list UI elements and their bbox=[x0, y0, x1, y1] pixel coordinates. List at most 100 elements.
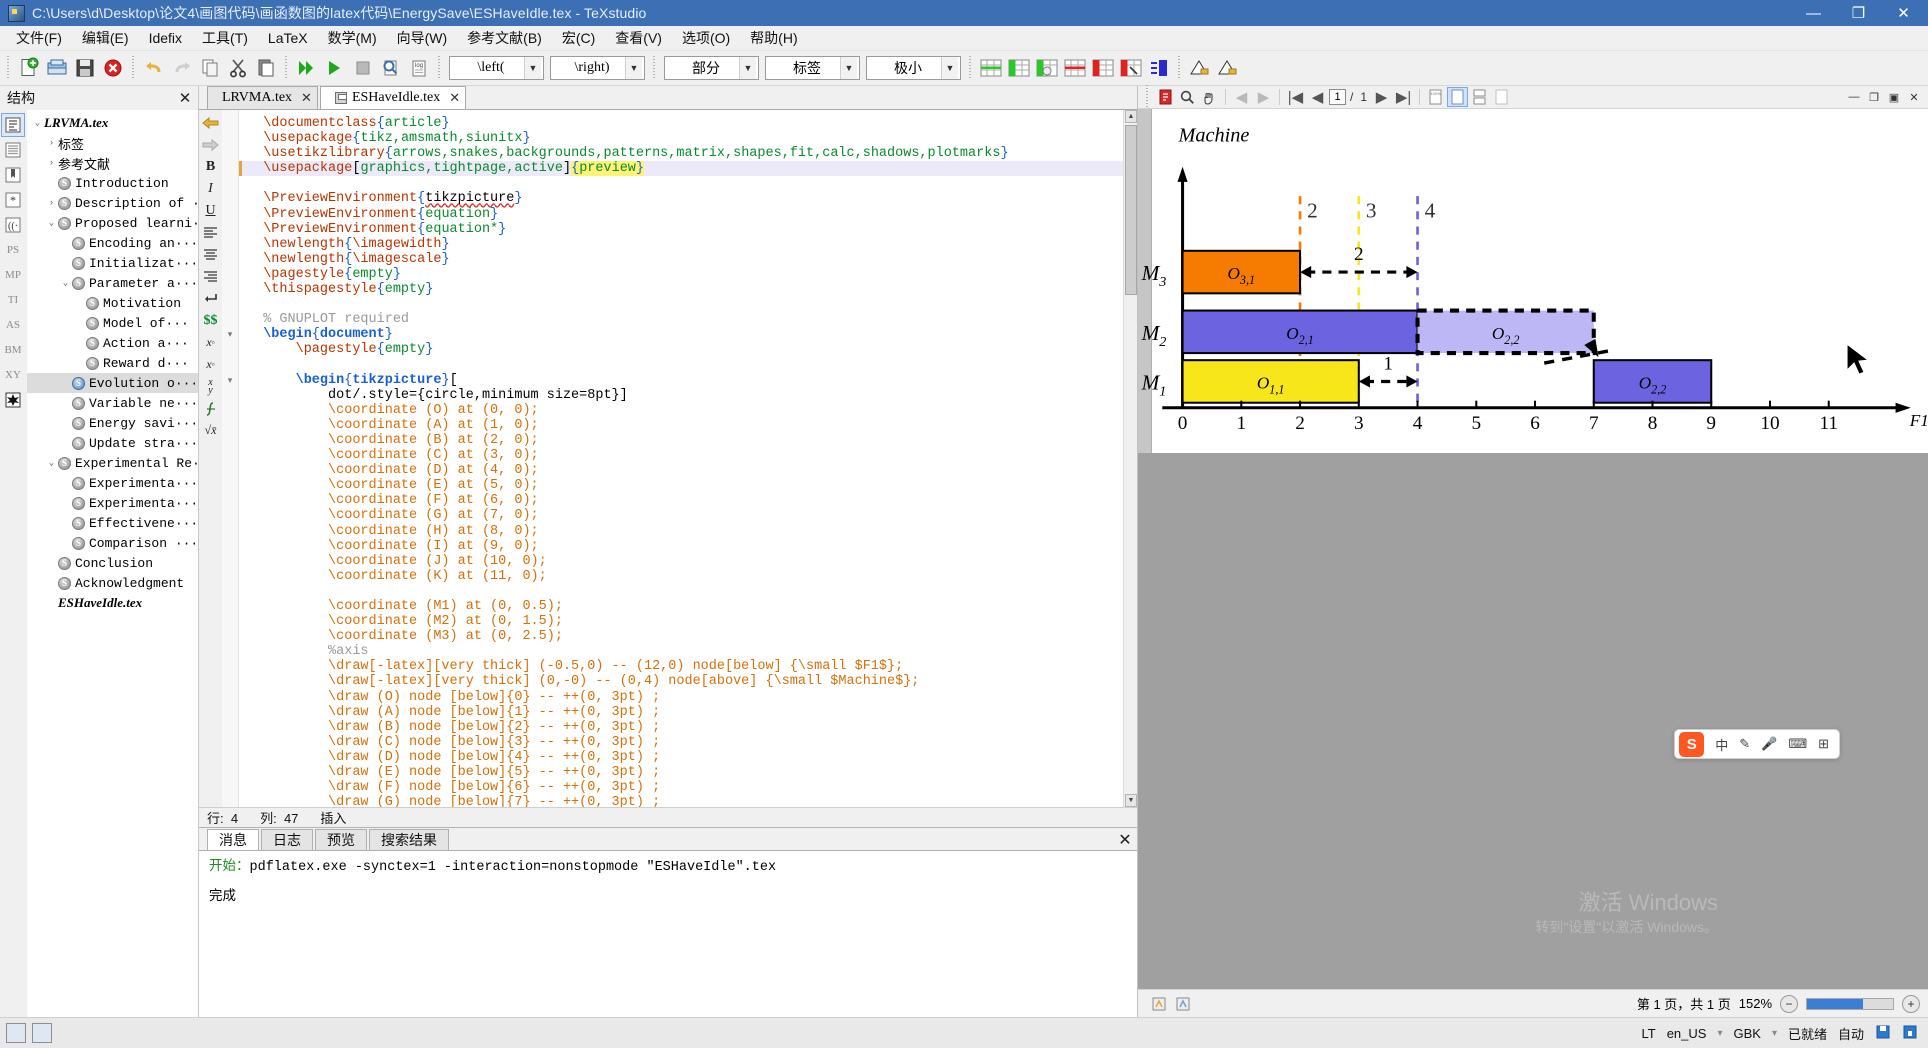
menu-7[interactable]: 向导(W) bbox=[387, 25, 458, 51]
brackets-icon[interactable]: ((· bbox=[1, 213, 25, 237]
misc-symbols-icon[interactable] bbox=[1, 388, 25, 412]
start-icon[interactable] bbox=[6, 1023, 26, 1043]
chevron-down-icon[interactable]: ▼ bbox=[524, 57, 541, 79]
build-and-view-icon[interactable] bbox=[293, 54, 321, 82]
chevron-down-icon[interactable]: ▼ bbox=[840, 57, 857, 79]
code-editor[interactable]: \documentclass{article} \usepackage{tikz… bbox=[239, 110, 1123, 807]
tree-item-21[interactable]: SComparison ··· bbox=[27, 533, 198, 553]
fold-column[interactable]: ▾▾ bbox=[222, 110, 239, 807]
bookmarks-icon[interactable] bbox=[1, 138, 25, 162]
back-arrow-icon[interactable] bbox=[200, 112, 221, 133]
close-button[interactable]: ✕ bbox=[1881, 0, 1926, 26]
message-tab-1[interactable]: 消息 bbox=[207, 829, 259, 850]
ime-keyboard-icon[interactable]: ⌨ bbox=[1788, 736, 1807, 752]
chevron-down-icon[interactable]: ▼ bbox=[941, 57, 958, 79]
table-remove-column-icon[interactable] bbox=[1089, 54, 1117, 82]
chevron-down-icon[interactable]: ▾ bbox=[1772, 1028, 1777, 1039]
tree-item-3[interactable]: SIntroduction bbox=[27, 173, 198, 193]
message-output[interactable]: 开始：pdflatex.exe -synctex=1 -interaction=… bbox=[199, 850, 1137, 1017]
pdf-close-icon[interactable]: ✕ bbox=[1905, 88, 1923, 106]
tree-item-1[interactable]: ›标签 bbox=[27, 133, 198, 153]
message-tab-4[interactable]: 搜索结果 bbox=[369, 829, 449, 850]
warning-next-icon[interactable] bbox=[1214, 54, 1242, 82]
structure-tool-as[interactable]: AS bbox=[1, 313, 25, 337]
next-page-icon[interactable]: ▶ bbox=[1371, 87, 1392, 107]
fit-page-icon[interactable] bbox=[1447, 87, 1468, 107]
task-view-icon[interactable] bbox=[32, 1023, 52, 1043]
align-left-icon[interactable] bbox=[200, 222, 221, 243]
close-icon[interactable]: ✕ bbox=[301, 90, 312, 106]
menu-6[interactable]: 数学(M) bbox=[318, 25, 387, 51]
toolbar-grip[interactable] bbox=[967, 56, 974, 80]
ime-toolbox-icon[interactable]: ⊞ bbox=[1818, 736, 1829, 752]
close-icon[interactable]: ✕ bbox=[176, 89, 194, 107]
chevron-down-icon[interactable]: ⌄ bbox=[31, 113, 44, 133]
ime-mic-icon[interactable]: 🎤 bbox=[1761, 736, 1777, 752]
hand-tool-icon[interactable] bbox=[1199, 87, 1220, 107]
structure-tool-ps[interactable]: PS bbox=[1, 238, 25, 262]
single-page-icon[interactable] bbox=[1491, 87, 1512, 107]
chevron-down-icon[interactable]: ⌄ bbox=[59, 273, 72, 293]
page-number-input[interactable]: 1 bbox=[1329, 89, 1346, 105]
bold-icon[interactable]: B bbox=[200, 156, 221, 177]
tree-item-2[interactable]: ›参考文献 bbox=[27, 153, 198, 173]
pdf-restore-icon[interactable]: ❐ bbox=[1865, 88, 1883, 106]
save-icon[interactable] bbox=[71, 54, 99, 82]
menu-2[interactable]: 编辑(E) bbox=[72, 25, 139, 51]
tab-eshaveidle[interactable]: ESHaveIdle.tex ✕ bbox=[320, 86, 466, 109]
table-align-icon[interactable] bbox=[1145, 54, 1173, 82]
fit-width-icon[interactable]: 100% bbox=[1425, 87, 1446, 107]
pdf-file-icon[interactable] bbox=[1155, 87, 1176, 107]
left-bracket-combo[interactable]: \left( ▼ bbox=[449, 56, 544, 80]
zoom-in-button[interactable]: + bbox=[1902, 995, 1920, 1013]
new-file-icon[interactable] bbox=[15, 54, 43, 82]
cut-icon[interactable] bbox=[224, 54, 252, 82]
copy-icon[interactable] bbox=[196, 54, 224, 82]
menu-11[interactable]: 选项(O) bbox=[672, 25, 740, 51]
table-remove-line-icon[interactable] bbox=[1061, 54, 1089, 82]
save-status-icon[interactable] bbox=[1875, 1024, 1891, 1043]
menu-4[interactable]: 工具(T) bbox=[192, 25, 258, 51]
pdf-sync2-icon[interactable] bbox=[1174, 995, 1192, 1013]
chevron-down-icon[interactable]: ▼ bbox=[625, 57, 642, 79]
maximize-button[interactable]: ❐ bbox=[1836, 0, 1881, 26]
newline-icon[interactable] bbox=[200, 288, 221, 309]
paste-icon[interactable] bbox=[252, 54, 280, 82]
scroll-thumb[interactable] bbox=[1125, 125, 1137, 295]
forward-arrow-icon[interactable] bbox=[200, 134, 221, 155]
size-combo[interactable]: 极小 ▼ bbox=[866, 56, 961, 80]
ime-pen-icon[interactable]: ✎ bbox=[1739, 736, 1750, 752]
toolbar-grip[interactable] bbox=[436, 56, 443, 80]
menu-1[interactable]: 文件(F) bbox=[6, 25, 72, 51]
toolbar-grip[interactable] bbox=[283, 56, 290, 80]
editor-scrollbar[interactable]: ▲ ▼ bbox=[1123, 110, 1137, 807]
tree-item-23[interactable]: SAcknowledgment bbox=[27, 573, 198, 593]
chevron-down-icon[interactable]: ⌄ bbox=[45, 213, 58, 233]
undo-icon[interactable] bbox=[140, 54, 168, 82]
close-icon[interactable]: ✕ bbox=[1113, 830, 1137, 850]
structure-tool-mp[interactable]: MP bbox=[1, 263, 25, 287]
right-bracket-combo[interactable]: \right) ▼ bbox=[550, 56, 645, 80]
chevron-right-icon[interactable]: › bbox=[45, 193, 58, 213]
italic-icon[interactable]: I bbox=[200, 178, 221, 199]
minimize-button[interactable]: — bbox=[1791, 0, 1836, 26]
tree-item-14[interactable]: SVariable ne··· bbox=[27, 393, 198, 413]
table-add-row-icon[interactable] bbox=[1033, 54, 1061, 82]
magnifier-icon[interactable] bbox=[1177, 87, 1198, 107]
ime-floating-bar[interactable]: S 中 ✎ 🎤 ⌨ ⊞ bbox=[1674, 729, 1840, 759]
align-right-icon[interactable] bbox=[200, 266, 221, 287]
sqrt-icon[interactable]: √x̄ bbox=[200, 420, 221, 441]
forward-icon[interactable]: ▶ bbox=[1253, 87, 1274, 107]
tree-item-9[interactable]: SMotivation bbox=[27, 293, 198, 313]
symbols-star-icon[interactable]: * bbox=[1, 188, 25, 212]
section-combo[interactable]: 部分 ▼ bbox=[664, 56, 759, 80]
warning-icon[interactable] bbox=[1186, 54, 1214, 82]
last-page-icon[interactable]: ▶| bbox=[1393, 87, 1414, 107]
stop-icon[interactable] bbox=[349, 54, 377, 82]
redo-icon[interactable] bbox=[168, 54, 196, 82]
toolbar-grip[interactable] bbox=[5, 56, 12, 80]
scroll-up-arrow[interactable]: ▲ bbox=[1125, 110, 1137, 123]
table-add-column-icon[interactable] bbox=[1005, 54, 1033, 82]
structure-view-icon[interactable] bbox=[1, 113, 25, 137]
tree-item-12[interactable]: SReward d··· bbox=[27, 353, 198, 373]
